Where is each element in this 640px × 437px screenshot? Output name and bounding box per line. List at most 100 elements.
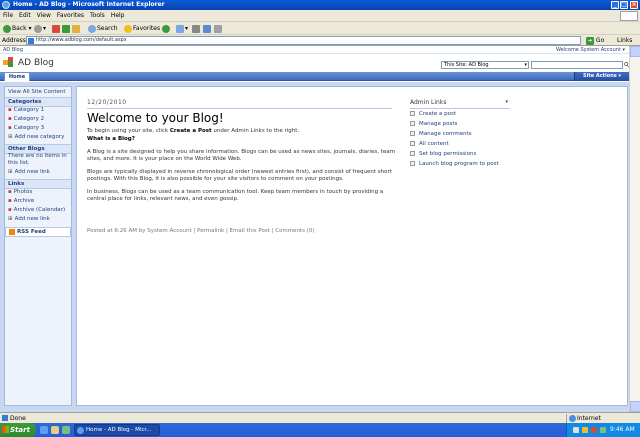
forward-button[interactable]: ▾ (34, 24, 46, 33)
manage-comments-link[interactable]: Manage comments (410, 131, 472, 138)
add-link-button[interactable]: Add new link (5, 215, 71, 223)
home-button[interactable] (72, 24, 81, 33)
site-actions-menu[interactable]: Site Actions ▾ (574, 72, 629, 81)
link-archive-calendar[interactable]: Archive (Calendar) (5, 206, 71, 214)
history-icon (162, 24, 170, 33)
back-button[interactable]: Back ▾ (3, 24, 32, 33)
view-all-site-content-link[interactable]: View All Site Content (5, 88, 71, 96)
link-photos[interactable]: Photos (5, 188, 71, 196)
content-frame: View All Site Content Categories Categor… (0, 82, 629, 412)
admin-links-panel: Admin Links ▾ Create a post Manage posts … (410, 99, 510, 167)
taskbar-item-ie[interactable]: Home - AD Blog - Micr... (74, 424, 160, 436)
window-title: Home - AD Blog - Microsoft Internet Expl… (13, 1, 165, 8)
go-arrow-icon: ➜ (586, 36, 594, 45)
manage-comments-icon (410, 131, 415, 136)
quicklaunch-desktop-icon[interactable] (51, 426, 59, 434)
link-archive[interactable]: Archive (5, 197, 71, 205)
quicklaunch-ie-icon[interactable] (40, 426, 48, 434)
quicklaunch-media-icon[interactable] (62, 426, 70, 434)
category-link[interactable]: Category 1 (5, 106, 71, 114)
close-button[interactable]: × (630, 1, 638, 9)
rss-feed-link[interactable]: RSS Feed (5, 227, 71, 237)
mail-button[interactable]: ▾ (176, 24, 188, 33)
status-bar: Done Internet (0, 412, 640, 423)
permissions-icon (410, 151, 415, 156)
address-bar: Address http://www.adblog.com/default.as… (0, 35, 640, 46)
discuss-icon (214, 24, 222, 33)
welcome-menu[interactable]: Welcome System Account ▾ (556, 46, 625, 54)
add-category-link[interactable]: Add new category (5, 133, 71, 141)
category-link[interactable]: Category 3 (5, 124, 71, 132)
back-arrow-icon (3, 24, 11, 33)
menu-file[interactable]: File (0, 10, 16, 22)
quick-launch: View All Site Content Categories Categor… (4, 86, 72, 406)
chevron-down-icon: ▾ (505, 99, 508, 105)
menu-favorites[interactable]: Favorites (54, 10, 87, 22)
menu-view[interactable]: View (34, 10, 54, 22)
page-icon (28, 38, 34, 44)
ie-logo-icon (2, 1, 10, 9)
vertical-scrollbar[interactable] (629, 46, 640, 412)
discuss-button[interactable] (214, 24, 223, 33)
sharepoint-logo-icon (3, 57, 13, 67)
post-date: 12/20/2010 (87, 99, 392, 109)
address-input[interactable]: http://www.adblog.com/default.aspx (26, 36, 581, 45)
history-button[interactable] (162, 24, 171, 33)
search-scope-select[interactable]: This Site: AD Blog ▾ (441, 61, 529, 69)
tray-app-icon[interactable] (600, 427, 606, 433)
admin-links-header[interactable]: Admin Links ▾ (410, 99, 510, 109)
edit-button[interactable] (203, 24, 212, 33)
status-text: Done (2, 415, 26, 422)
forward-arrow-icon (34, 24, 42, 33)
globe-icon (569, 415, 576, 422)
blog-permissions-link[interactable]: Set blog permissions (410, 151, 476, 158)
manage-posts-link[interactable]: Manage posts (410, 121, 457, 128)
maximize-button[interactable]: □ (620, 1, 628, 9)
print-icon (192, 24, 200, 33)
chevron-down-icon: ▾ (524, 62, 527, 68)
scroll-up-arrow-icon[interactable] (630, 46, 640, 57)
search-button[interactable]: Search (88, 24, 118, 33)
clock: 9:46 AM (610, 426, 635, 433)
post-body: To begin using your site, click Create a… (87, 128, 397, 209)
top-nav-bar: Home Site Actions ▾ (0, 72, 629, 81)
global-breadcrumb-bar: AD Blog Welcome System Account ▾ (0, 46, 629, 54)
menu-edit[interactable]: Edit (16, 10, 34, 22)
ie-icon (77, 427, 84, 434)
launch-program-icon (410, 161, 415, 166)
links-button[interactable]: Links (617, 36, 632, 45)
add-link-button[interactable]: Add new link (5, 168, 71, 176)
post-title[interactable]: Welcome to your Blog! (87, 111, 224, 125)
window-titlebar: Home - AD Blog - Microsoft Internet Expl… (0, 0, 640, 10)
launch-blog-program-link[interactable]: Launch blog program to post (410, 161, 499, 168)
scroll-down-arrow-icon[interactable] (630, 401, 640, 412)
post-paragraph: A Blog is a site designed to help you sh… (87, 149, 395, 162)
menu-bar: File Edit View Favorites Tools Help (0, 10, 640, 22)
mail-icon (176, 24, 184, 33)
menu-help[interactable]: Help (108, 10, 128, 22)
taskbar: Start Home - AD Blog - Micr... 9:46 AM (0, 423, 640, 437)
refresh-icon (62, 24, 70, 33)
tab-home[interactable]: Home (4, 72, 30, 81)
network-icon[interactable] (573, 427, 579, 433)
favorites-button[interactable]: Favorites (124, 24, 160, 33)
post-footer-links[interactable]: Posted at 6:26 AM by System Account | Pe… (87, 228, 315, 234)
rss-icon (9, 228, 15, 235)
minimize-button[interactable]: _ (611, 1, 619, 9)
go-button[interactable]: ➜ Go (586, 36, 604, 45)
search-input[interactable] (531, 61, 623, 69)
menu-tools[interactable]: Tools (87, 10, 108, 22)
category-link[interactable]: Category 2 (5, 115, 71, 123)
security-alert-icon[interactable] (591, 427, 597, 433)
start-button[interactable]: Start (0, 423, 36, 437)
refresh-button[interactable] (62, 24, 71, 33)
create-post-link[interactable]: Create a post (410, 111, 456, 118)
post-intro: To begin using your site, click Create a… (87, 128, 300, 134)
site-crumb-link[interactable]: AD Blog (3, 46, 23, 54)
all-content-link[interactable]: All content (410, 141, 449, 148)
stop-button[interactable] (52, 24, 61, 33)
site-title[interactable]: AD Blog (18, 58, 54, 68)
post-paragraph: Blogs are typically displayed in reverse… (87, 169, 392, 182)
volume-icon[interactable] (582, 427, 588, 433)
print-button[interactable] (192, 24, 201, 33)
